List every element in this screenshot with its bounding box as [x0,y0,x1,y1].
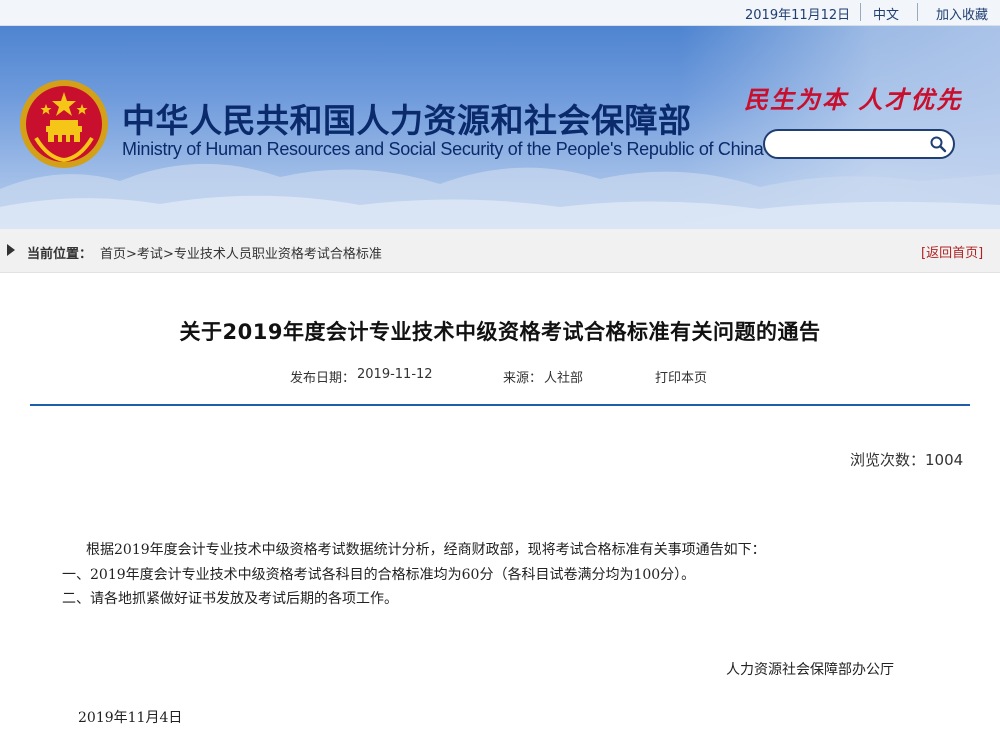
breadcrumb-item-home[interactable]: 首页 [100,247,126,262]
language-link[interactable]: 中文 [873,4,899,23]
slogan: 民生为本 人才优先 [744,85,963,114]
breadcrumb-label: 当前位置： [27,247,93,262]
print-page-link[interactable]: 打印本页 [655,367,707,386]
search-input[interactable] [775,135,925,153]
article-paragraph: 二、请各地抓紧做好证书发放及考试后期的各项工作。 [62,591,398,607]
org-name-english: Ministry of Human Resources and Social S… [122,139,764,159]
site-header-banner: 中华人民共和国人力资源和社会保障部 Ministry of Human Reso… [0,26,1000,229]
signature-date: 2019年11月4日 [78,710,183,726]
org-name-chinese: 中华人民共和国人力资源和社会保障部 [122,101,692,140]
signature-org: 人力资源社会保障部办公厅 [726,662,894,678]
view-count-label: 浏览次数： [850,451,926,469]
national-emblem-icon [20,80,108,168]
article-paragraph: 根据2019年度会计专业技术中级资格考试数据统计分析，经商财政部，现将考试合格标… [86,542,766,558]
breadcrumb-item-standards[interactable]: 专业技术人员职业资格考试合格标准 [174,247,382,262]
breadcrumb: 当前位置： 首页>考试>专业技术人员职业资格考试合格标准 [返回首页] [0,229,1000,273]
search-icon[interactable] [929,135,947,153]
view-count-value: 1004 [925,451,964,469]
publish-date-label: 发布日期： [290,371,356,386]
add-favorite-link[interactable]: 加入收藏 [936,4,988,23]
breadcrumb-separator: > [162,247,174,262]
article-title: 关于2019年度会计专业技术中级资格考试合格标准有关问题的通告 [179,320,821,344]
article-paragraph: 一、2019年度会计专业技术中级资格考试各科目的合格标准均为60分（各科目试卷满… [62,567,696,583]
top-utility-bar: 2019年11月12日 中文 加入收藏 [0,0,1000,26]
view-count: 浏览次数：1004 [850,449,963,470]
breadcrumb-item-exam[interactable]: 考试 [137,247,163,262]
publish-date: 2019-11-12 [357,367,433,382]
divider [917,3,918,21]
play-arrow-icon [7,244,15,256]
breadcrumb-path: 首页>考试>专业技术人员职业资格考试合格标准 [100,243,382,262]
breadcrumb-separator: > [126,247,137,262]
source: 人社部 [544,371,584,386]
source-label: 来源： [503,371,543,386]
title-divider [30,404,970,406]
back-home-link[interactable]: [返回首页] [921,242,983,261]
divider [860,3,861,21]
current-date: 2019年11月12日 [745,8,851,23]
search-box [763,129,955,159]
